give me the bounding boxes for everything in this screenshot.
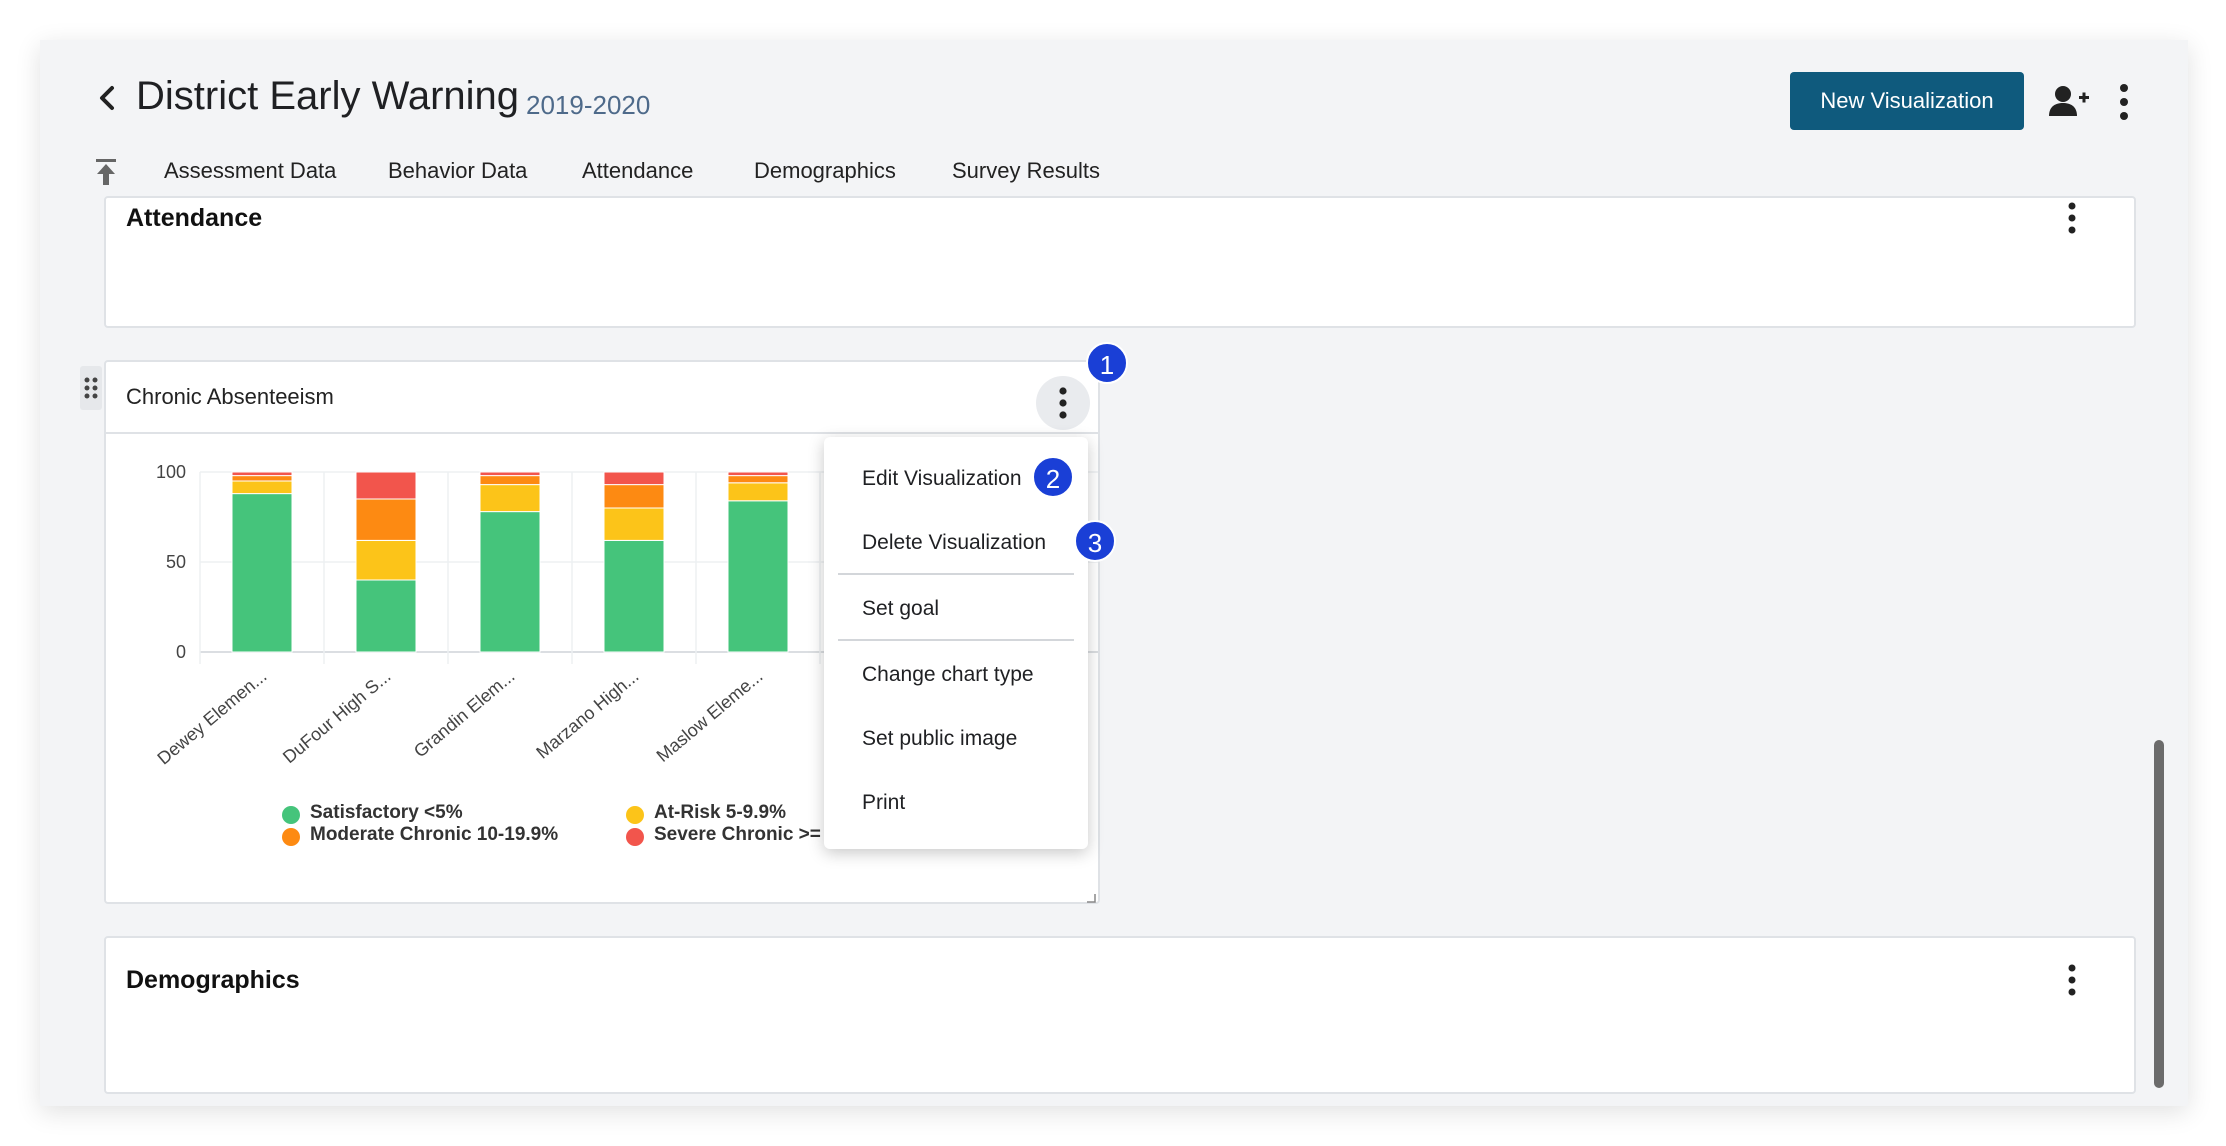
page-more-icon[interactable] xyxy=(2112,80,2136,124)
menu-divider xyxy=(838,573,1074,575)
bar-segment[interactable] xyxy=(355,471,417,500)
dashboard-page: District Early Warning 2019-2020 New Vis… xyxy=(40,40,2188,1106)
school-year: 2019-2020 xyxy=(526,90,651,120)
demographics-more-icon[interactable] xyxy=(2060,962,2084,1002)
y-tick-label: 0 xyxy=(176,642,186,662)
vertical-scrollbar[interactable] xyxy=(2154,740,2164,1088)
legend-label-moderate: Moderate Chronic 10-19.9% xyxy=(310,824,559,845)
attendance-section-title: Attendance xyxy=(126,204,263,232)
menu-item-delete-visualization[interactable]: Delete Visualization xyxy=(862,531,1046,555)
bar-segment[interactable] xyxy=(603,484,665,509)
y-tick-label: 50 xyxy=(166,552,186,572)
y-tick-label: 100 xyxy=(156,462,186,482)
legend-label-satisfactory: Satisfactory <5% xyxy=(310,802,463,823)
demographics-section-title: Demographics xyxy=(126,966,300,994)
bar-segment[interactable] xyxy=(603,507,665,541)
legend-swatch-at-risk xyxy=(626,806,644,824)
bar-segment[interactable] xyxy=(355,498,417,541)
bar-segment[interactable] xyxy=(479,484,541,513)
legend-label-severe: Severe Chronic >= xyxy=(654,824,821,845)
add-user-icon[interactable] xyxy=(2046,80,2090,124)
bar-segment[interactable] xyxy=(727,475,789,484)
tab-attendance[interactable]: Attendance xyxy=(582,158,693,184)
back-chevron-icon[interactable] xyxy=(88,78,128,118)
x-tick-label: Maslow Eleme... xyxy=(653,666,767,766)
resize-handle-icon[interactable] xyxy=(1086,890,1096,903)
x-tick-label: DuFour High S... xyxy=(279,666,395,767)
x-tick-label: Grandin Elem... xyxy=(410,666,519,762)
annotation-badge: 1 xyxy=(1086,342,1128,384)
menu-item-print[interactable]: Print xyxy=(862,791,905,815)
menu-item-set-public-image[interactable]: Set public image xyxy=(862,727,1017,751)
new-visualization-button[interactable]: New Visualization xyxy=(1790,72,2024,130)
page-title: District Early Warning xyxy=(136,74,520,118)
bar-segment[interactable] xyxy=(231,480,293,495)
bar-segment[interactable] xyxy=(727,482,789,502)
bar-segment[interactable] xyxy=(479,471,541,477)
drag-handle-icon[interactable] xyxy=(80,366,102,410)
bar-segment[interactable] xyxy=(231,475,293,482)
tab-survey-results[interactable]: Survey Results xyxy=(952,158,1100,184)
collapse-to-top-icon[interactable] xyxy=(92,156,120,188)
tab-assessment-data[interactable]: Assessment Data xyxy=(164,158,336,184)
chart-card-title: Chronic Absenteeism xyxy=(126,384,334,409)
legend-swatch-satisfactory xyxy=(282,806,300,824)
bar-segment[interactable] xyxy=(479,511,541,653)
bar-segment[interactable] xyxy=(479,475,541,486)
tab-behavior-data[interactable]: Behavior Data xyxy=(388,158,527,184)
legend-swatch-moderate xyxy=(282,828,300,846)
chart-card-header: Chronic Absenteeism xyxy=(106,362,1098,434)
bar-segment[interactable] xyxy=(231,493,293,653)
menu-item-set-goal[interactable]: Set goal xyxy=(862,597,939,621)
bar-segment[interactable] xyxy=(231,471,293,477)
tab-demographics[interactable]: Demographics xyxy=(754,158,896,184)
menu-item-edit-visualization[interactable]: Edit Visualization xyxy=(862,467,1022,491)
annotation-badge: 3 xyxy=(1074,520,1116,562)
legend-label-at-risk: At-Risk 5-9.9% xyxy=(654,802,786,823)
menu-item-change-chart-type[interactable]: Change chart type xyxy=(862,663,1034,687)
bar-segment[interactable] xyxy=(727,500,789,653)
bar-segment[interactable] xyxy=(603,539,665,653)
chart-more-icon[interactable] xyxy=(1036,376,1090,430)
bar-segment[interactable] xyxy=(603,471,665,486)
annotation-badge: 2 xyxy=(1032,456,1074,498)
demographics-section: Demographics xyxy=(104,936,2136,1094)
bar-segment[interactable] xyxy=(355,579,417,653)
menu-divider xyxy=(838,639,1074,641)
legend-swatch-severe xyxy=(626,828,644,846)
bar-segment[interactable] xyxy=(355,539,417,581)
attendance-more-icon[interactable] xyxy=(2060,200,2084,240)
attendance-section: Attendance xyxy=(104,196,2136,328)
bar-segment[interactable] xyxy=(727,471,789,477)
x-tick-label: Dewey Elemen... xyxy=(153,666,270,769)
chart-options-menu: Edit Visualization Delete Visualization … xyxy=(824,437,1088,849)
x-tick-label: Marzano High... xyxy=(532,666,642,763)
